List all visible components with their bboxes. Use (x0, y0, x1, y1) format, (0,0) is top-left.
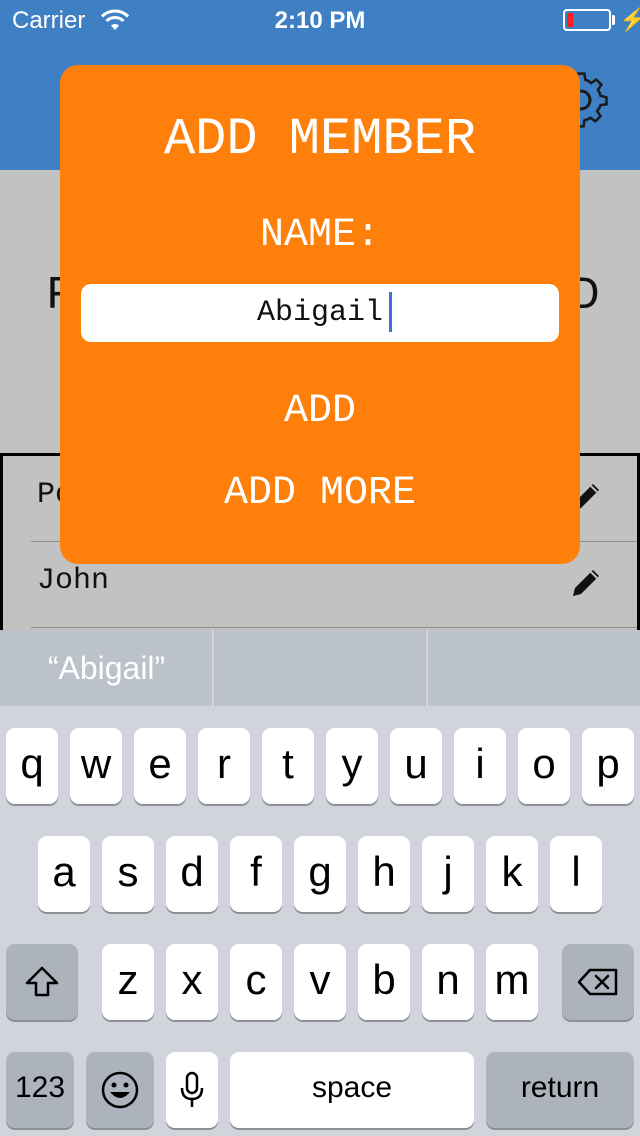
key-o[interactable]: o (518, 728, 570, 804)
add-more-button[interactable]: ADD MORE (60, 471, 580, 516)
name-label: NAME: (259, 213, 381, 258)
key-g[interactable]: g (294, 836, 346, 912)
suggestion-item[interactable] (428, 630, 640, 706)
return-key[interactable]: return (486, 1052, 634, 1128)
key-q[interactable]: q (6, 728, 58, 804)
microphone-icon (180, 1071, 204, 1107)
delete-key[interactable] (562, 944, 634, 1020)
suggestion-bar: “Abigail” (0, 630, 640, 706)
pencil-icon[interactable] (569, 566, 603, 600)
key-b[interactable]: b (358, 944, 410, 1020)
key-x[interactable]: x (166, 944, 218, 1020)
key-d[interactable]: d (166, 836, 218, 912)
battery-tip (612, 15, 615, 25)
key-r[interactable]: r (198, 728, 250, 804)
key-a[interactable]: a (38, 836, 90, 912)
key-c[interactable]: c (230, 944, 282, 1020)
emoji-key[interactable] (86, 1052, 154, 1128)
member-name: John (37, 564, 110, 598)
suggestion-item[interactable] (214, 630, 427, 706)
keyboard: “Abigail” q w e r t y u i o p a s d f g … (0, 630, 640, 1136)
dialog-title: ADD MEMBER (163, 110, 477, 169)
key-z[interactable]: z (102, 944, 154, 1020)
key-p[interactable]: p (582, 728, 634, 804)
key-s[interactable]: s (102, 836, 154, 912)
suggestion-item[interactable]: “Abigail” (0, 630, 213, 706)
key-j[interactable]: j (422, 836, 474, 912)
key-t[interactable]: t (262, 728, 314, 804)
key-e[interactable]: e (134, 728, 186, 804)
battery-level (567, 13, 573, 27)
charging-icon: ⚡ (619, 7, 640, 32)
key-l[interactable]: l (550, 836, 602, 912)
key-m[interactable]: m (486, 944, 538, 1020)
emoji-icon (101, 1071, 139, 1109)
key-i[interactable]: i (454, 728, 506, 804)
shift-icon (25, 966, 59, 997)
space-key[interactable]: space (230, 1052, 474, 1128)
add-button[interactable]: ADD (60, 389, 580, 434)
dictation-key[interactable] (166, 1052, 218, 1128)
numbers-key[interactable]: 123 (6, 1052, 74, 1128)
battery-icon (563, 9, 611, 31)
key-k[interactable]: k (486, 836, 538, 912)
key-w[interactable]: w (70, 728, 122, 804)
row-divider (31, 627, 637, 628)
status-bar: Carrier 2:10 PM ⚡ (0, 0, 640, 40)
backspace-icon (577, 968, 618, 996)
name-input[interactable] (81, 284, 559, 342)
key-h[interactable]: h (358, 836, 410, 912)
key-n[interactable]: n (422, 944, 474, 1020)
key-u[interactable]: u (390, 728, 442, 804)
key-v[interactable]: v (294, 944, 346, 1020)
status-time: 2:10 PM (274, 7, 366, 34)
text-cursor (389, 292, 392, 332)
key-y[interactable]: y (326, 728, 378, 804)
key-f[interactable]: f (230, 836, 282, 912)
shift-key[interactable] (6, 944, 78, 1020)
